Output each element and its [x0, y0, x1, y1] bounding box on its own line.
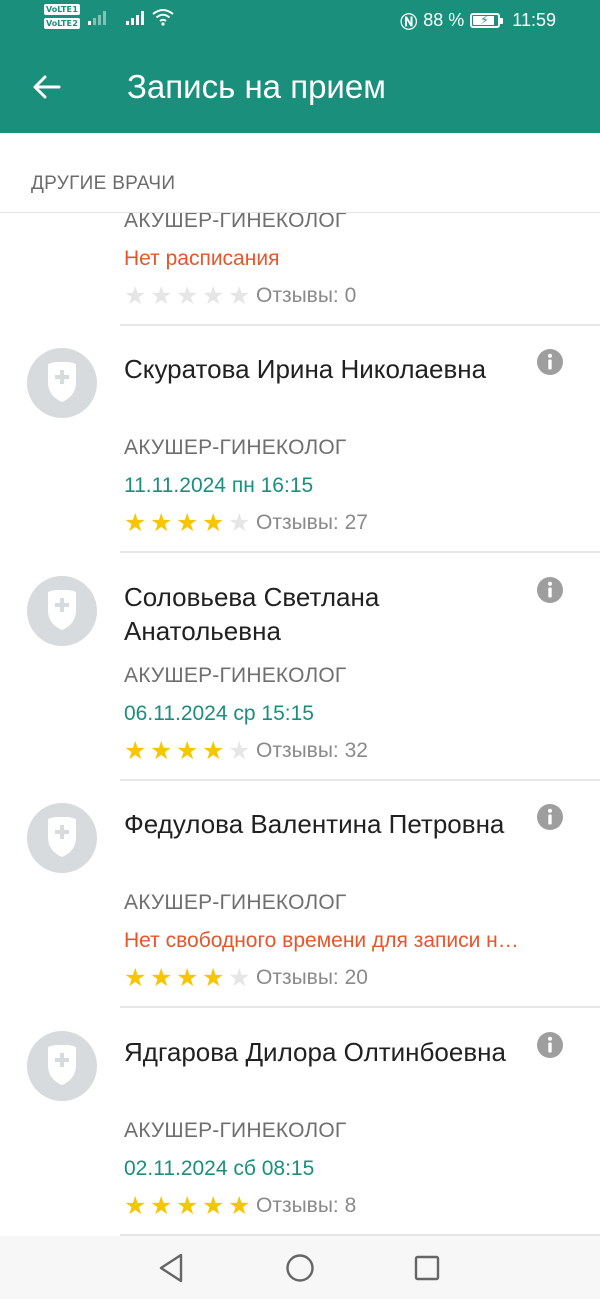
- volte-indicators: VoLTE 1 VoLTE 2: [44, 4, 80, 29]
- doctor-name: Ядгарова Дилора Олтинбоевна: [124, 1037, 506, 1067]
- clock: 11:59: [512, 9, 556, 30]
- wifi-icon: [152, 8, 174, 26]
- star-icon: ★: [150, 963, 173, 992]
- doctor-slot: 02.11.2024 сб 08:15: [124, 1157, 315, 1180]
- doctor-name: Соловьева Светлана Анатольевна: [124, 582, 380, 646]
- doctor-specialty: АКУШЕР-ГИНЕКОЛОГ: [124, 1119, 347, 1142]
- divider: [120, 1006, 600, 1008]
- star-icon: ★: [124, 281, 147, 310]
- doctor-slot: Нет свободного времени для записи н…: [124, 929, 519, 952]
- star-icon: ★: [124, 736, 147, 765]
- star-icon: ★: [228, 736, 251, 765]
- info-icon: [537, 804, 563, 830]
- doctor-info-button[interactable]: [536, 1031, 564, 1059]
- star-icon: ★: [176, 508, 199, 537]
- square-recents-icon: [414, 1255, 440, 1281]
- star-icon: ★: [176, 736, 199, 765]
- doctor-info-button[interactable]: [536, 803, 564, 831]
- status-bar: VoLTE 1 VoLTE 2 Ⓝ 88 % ⚡ 11:59: [0, 0, 600, 40]
- doctor-reviews: Отзывы: 27: [256, 511, 368, 534]
- star-icon: ★: [202, 1191, 225, 1220]
- doctor-list[interactable]: АКУШЕР-ГИНЕКОЛОГ Нет расписания ★ ★ ★ ★ ★ От…: [0, 213, 600, 1236]
- star-icon: ★: [202, 508, 225, 537]
- triangle-back-icon: [159, 1253, 183, 1283]
- nav-back-button[interactable]: [153, 1250, 189, 1286]
- doctor-reviews: Отзывы: 20: [256, 966, 368, 989]
- doctor-item[interactable]: АКУШЕР-ГИНЕКОЛОГ Нет расписания ★ ★ ★ ★ ★ От…: [0, 213, 600, 326]
- app-bar: Запись на прием: [0, 40, 600, 133]
- star-icon: ★: [202, 736, 225, 765]
- volte-sim1-icon: VoLTE 1: [44, 4, 80, 15]
- doctor-item[interactable]: Соловьева Светлана Анатольевна АКУШЕР-ГИ…: [0, 554, 600, 781]
- doctor-info-button[interactable]: [536, 576, 564, 604]
- divider: [120, 551, 600, 553]
- nav-recents-button[interactable]: [409, 1250, 445, 1286]
- volte-sim2-icon: VoLTE 2: [44, 18, 80, 29]
- charging-icon: ⚡: [480, 12, 489, 27]
- star-icon: ★: [176, 281, 199, 310]
- star-icon: ★: [124, 1191, 147, 1220]
- doctor-specialty: АКУШЕР-ГИНЕКОЛОГ: [124, 891, 347, 914]
- info-icon: [537, 349, 563, 375]
- doctor-rating: ★ ★ ★ ★ ★ Отзывы: 8: [124, 1191, 356, 1221]
- star-icon: ★: [150, 736, 173, 765]
- star-icon: ★: [124, 963, 147, 992]
- star-icon: ★: [150, 1191, 173, 1220]
- star-icon: ★: [228, 1191, 251, 1220]
- doctor-item[interactable]: Федулова Валентина Петровна АКУШЕР-ГИНЕК…: [0, 781, 600, 1008]
- star-icon: ★: [150, 281, 173, 310]
- star-icon: ★: [176, 963, 199, 992]
- doctor-avatar-icon: [27, 1031, 97, 1101]
- doctor-avatar-icon: [27, 348, 97, 418]
- doctor-rating: ★ ★ ★ ★ ★ Отзывы: 20: [124, 963, 368, 993]
- star-icon: ★: [202, 281, 225, 310]
- section-header: ДРУГИЕ ВРАЧИ: [0, 133, 600, 213]
- doctor-info-button[interactable]: [536, 348, 564, 376]
- doctor-reviews: Отзывы: 32: [256, 739, 368, 762]
- status-left: VoLTE 1 VoLTE 2: [44, 4, 174, 29]
- section-label: ДРУГИЕ ВРАЧИ: [31, 173, 176, 194]
- doctor-slot: 11.11.2024 пн 16:15: [124, 474, 314, 497]
- doctor-reviews: Отзывы: 0: [256, 284, 357, 307]
- doctor-specialty: АКУШЕР-ГИНЕКОЛОГ: [124, 664, 347, 687]
- status-right: Ⓝ 88 % ⚡ 11:59: [400, 0, 556, 40]
- doctor-avatar-icon: [27, 803, 97, 873]
- back-button[interactable]: [22, 62, 72, 112]
- page-title: Запись на прием: [127, 68, 386, 105]
- star-icon: ★: [150, 508, 173, 537]
- info-icon: [537, 577, 563, 603]
- doctor-name: Скуратова Ирина Николаевна: [124, 354, 487, 384]
- star-icon: ★: [228, 963, 251, 992]
- star-icon: ★: [176, 1191, 199, 1220]
- doctor-rating: ★ ★ ★ ★ ★ Отзывы: 27: [124, 508, 368, 538]
- doctor-item[interactable]: Ядгарова Дилора Олтинбоевна АКУШЕР-ГИНЕК…: [0, 1009, 600, 1236]
- circle-home-icon: [286, 1254, 314, 1282]
- battery-percent: 88 %: [423, 9, 465, 30]
- arrow-back-icon: [33, 75, 61, 99]
- star-icon: ★: [228, 508, 251, 537]
- star-icon: ★: [228, 281, 251, 310]
- doctor-slot: 06.11.2024 ср 15:15: [124, 702, 314, 725]
- doctor-rating: ★ ★ ★ ★ ★ Отзывы: 32: [124, 736, 368, 766]
- star-icon: ★: [124, 508, 147, 537]
- nav-home-button[interactable]: [282, 1250, 318, 1286]
- doctor-rating: ★ ★ ★ ★ ★ Отзывы: 0: [124, 281, 356, 311]
- star-icon: ★: [202, 963, 225, 992]
- info-icon: [537, 1032, 563, 1058]
- battery-icon: ⚡: [470, 12, 504, 28]
- doctor-avatar-icon: [27, 576, 97, 646]
- signal-sim2-icon: [126, 9, 144, 25]
- system-nav-bar: [0, 1236, 600, 1299]
- doctor-reviews: Отзывы: 8: [256, 1194, 357, 1217]
- signal-sim1-icon: [88, 9, 106, 25]
- doctor-name: Федулова Валентина Петровна: [124, 809, 505, 839]
- doctor-specialty: АКУШЕР-ГИНЕКОЛОГ: [124, 436, 347, 459]
- nfc-icon: Ⓝ: [400, 12, 418, 32]
- doctor-specialty: АКУШЕР-ГИНЕКОЛОГ: [124, 213, 347, 232]
- doctor-item[interactable]: Скуратова Ирина Николаевна АКУШЕР-ГИНЕКО…: [0, 326, 600, 553]
- doctor-slot: Нет расписания: [124, 247, 280, 270]
